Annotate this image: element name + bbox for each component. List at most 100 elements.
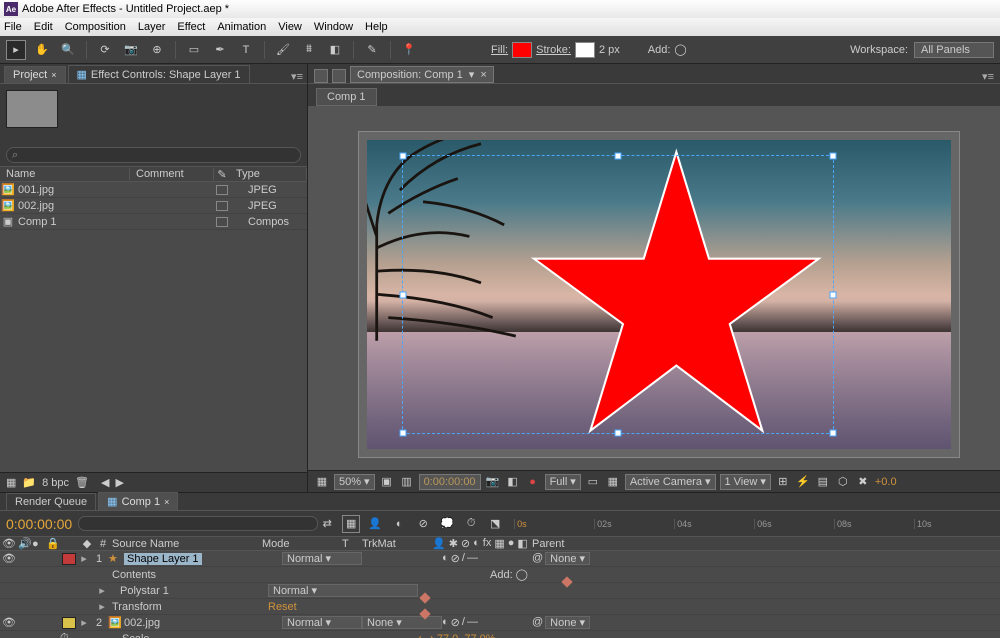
label-swatch[interactable]: [216, 185, 228, 195]
star-shape[interactable]: [507, 146, 846, 443]
project-item[interactable]: ▣ Comp 1 Compos: [0, 214, 307, 230]
transparency-grid-icon[interactable]: ▦: [605, 474, 621, 490]
zoom-dropdown[interactable]: 50%▾: [334, 474, 375, 490]
layer-row[interactable]: 👁 ▸ 2 🖼️ 002.jpg Normal▾ None▾ ◐⊘/— @Non…: [0, 615, 1000, 631]
project-item[interactable]: 🖼️ 001.jpg JPEG: [0, 182, 307, 198]
grid-icon[interactable]: ▦: [314, 474, 330, 490]
close-icon[interactable]: ×: [51, 70, 56, 80]
render-queue-tab[interactable]: Render Queue: [6, 493, 96, 510]
rotate-tool-icon[interactable]: ⟳: [95, 40, 115, 60]
fill-swatch[interactable]: [512, 42, 532, 58]
roto-tool-icon[interactable]: ✎: [362, 40, 382, 60]
menu-composition[interactable]: Composition: [65, 21, 126, 33]
selection-tool-icon[interactable]: ▸: [6, 40, 26, 60]
menu-file[interactable]: File: [4, 21, 22, 33]
exposure-value[interactable]: +0.0: [875, 476, 897, 488]
rgb-icon[interactable]: ●: [525, 474, 541, 490]
fill-label[interactable]: Fill:: [491, 44, 508, 56]
type-tool-icon[interactable]: T: [236, 40, 256, 60]
menu-window[interactable]: Window: [314, 21, 353, 33]
roi-icon[interactable]: ▭: [585, 474, 601, 490]
blend-mode-dropdown[interactable]: Normal▾: [282, 616, 362, 629]
menu-layer[interactable]: Layer: [138, 21, 166, 33]
canvas[interactable]: [367, 140, 951, 449]
project-item[interactable]: 🖼️ 002.jpg JPEG: [0, 198, 307, 214]
project-column-header[interactable]: Name Comment ✎ Type: [0, 166, 307, 182]
parent-dropdown[interactable]: None▾: [545, 616, 590, 629]
property-row[interactable]: ⏱ Scale ⟷ 77.0, 77.0%: [0, 631, 1000, 638]
add-menu-icon[interactable]: ◯: [674, 43, 686, 56]
delete-icon[interactable]: 🗑: [75, 476, 89, 489]
timeline-search-input[interactable]: [78, 516, 318, 531]
timeline-icon[interactable]: ▤: [815, 474, 831, 490]
rectangle-tool-icon[interactable]: ▭: [184, 40, 204, 60]
comp-name-tab[interactable]: Comp 1: [316, 88, 377, 106]
frame-blend-icon[interactable]: ◐: [390, 515, 408, 533]
pickwhip-icon[interactable]: @: [532, 552, 543, 565]
brush-tool-icon[interactable]: 🖌: [273, 40, 293, 60]
camera-dropdown[interactable]: Active Camera▾: [625, 474, 716, 490]
shy-col-icon[interactable]: 👤: [432, 537, 446, 550]
hand-tool-icon[interactable]: ✋: [32, 40, 52, 60]
effect-controls-tab[interactable]: ▦Effect Controls: Shape Layer 1: [68, 65, 250, 83]
trkmat-dropdown[interactable]: None▾: [362, 616, 442, 629]
stopwatch-icon[interactable]: ⏱: [60, 632, 74, 638]
composition-viewer[interactable]: [308, 106, 1000, 470]
layer-sub-row[interactable]: Contents Add: ◯: [0, 567, 1000, 583]
parent-dropdown[interactable]: None▾: [545, 552, 590, 565]
reset-link[interactable]: Reset: [268, 601, 297, 613]
camera-tool-icon[interactable]: 📷: [121, 40, 141, 60]
menu-help[interactable]: Help: [365, 21, 388, 33]
menu-edit[interactable]: Edit: [34, 21, 53, 33]
workspace-dropdown[interactable]: All Panels: [914, 42, 994, 58]
menu-effect[interactable]: Effect: [177, 21, 205, 33]
new-folder-icon[interactable]: 📁: [22, 476, 36, 489]
pen-tool-icon[interactable]: ✒: [210, 40, 230, 60]
project-tab[interactable]: Project×: [4, 66, 66, 83]
panel-menu-icon[interactable]: ▾≡: [982, 70, 994, 83]
flowchart-icon[interactable]: [314, 69, 328, 83]
close-icon[interactable]: ×: [164, 497, 169, 507]
auto-keyframe-icon[interactable]: ⏱: [462, 515, 480, 533]
label-color[interactable]: [62, 617, 76, 629]
puppet-tool-icon[interactable]: 📍: [399, 40, 419, 60]
pan-behind-tool-icon[interactable]: ⊕: [147, 40, 167, 60]
scale-value[interactable]: ⟷ 77.0, 77.0%: [418, 633, 496, 638]
eye-icon[interactable]: 👁: [0, 552, 18, 565]
graph-editor-icon[interactable]: ⬔: [486, 515, 504, 533]
resolution-dropdown[interactable]: Full▾: [545, 474, 581, 490]
motion-blur-icon[interactable]: ⊘: [414, 515, 432, 533]
bpc-toggle[interactable]: 8 bpc: [42, 477, 69, 489]
layer-sub-row[interactable]: ▸ Polystar 1 Normal▾: [0, 583, 1000, 599]
layer-sub-row[interactable]: ▸ Transform Reset: [0, 599, 1000, 615]
show-channel-icon[interactable]: ◧: [505, 474, 521, 490]
label-color[interactable]: [62, 553, 76, 565]
twirl-icon[interactable]: ▸: [78, 616, 90, 629]
zoom-tool-icon[interactable]: 🔍: [58, 40, 78, 60]
interpret-footage-icon[interactable]: ▦: [6, 476, 16, 489]
twirl-icon[interactable]: ▸: [96, 584, 108, 597]
label-swatch[interactable]: [216, 217, 228, 227]
composition-mini-flowchart-icon[interactable]: ⇄: [318, 515, 336, 533]
panel-menu-icon[interactable]: ▾≡: [291, 70, 303, 83]
views-dropdown[interactable]: 1 View▾: [720, 474, 771, 490]
brainstorm-icon[interactable]: 💭: [438, 515, 456, 533]
reset-exposure-icon[interactable]: ✖: [855, 474, 871, 490]
twirl-icon[interactable]: ▸: [78, 552, 90, 565]
fast-preview-icon[interactable]: ⚡: [795, 474, 811, 490]
close-icon[interactable]: ×: [480, 69, 486, 81]
collapse-icon[interactable]: ◐: [442, 552, 449, 565]
mask-icon[interactable]: ▥: [399, 474, 415, 490]
timeline-comp-tab[interactable]: ▦Comp 1×: [98, 492, 178, 510]
stroke-width[interactable]: 2 px: [599, 44, 620, 56]
hide-shy-icon[interactable]: 👤: [366, 515, 384, 533]
clone-tool-icon[interactable]: ⩩: [299, 40, 319, 60]
safe-zones-icon[interactable]: ▣: [379, 474, 395, 490]
stroke-swatch[interactable]: [575, 42, 595, 58]
composition-dropdown[interactable]: Composition: Comp 1▾×: [350, 66, 494, 83]
timeline-current-time[interactable]: 0:00:00:00: [6, 516, 72, 532]
blend-mode-dropdown[interactable]: Normal▾: [268, 584, 418, 597]
comp-mini-icon[interactable]: [332, 69, 346, 83]
current-time-display[interactable]: 0:00:00:00: [419, 474, 481, 490]
eye-icon[interactable]: 👁: [0, 616, 18, 629]
